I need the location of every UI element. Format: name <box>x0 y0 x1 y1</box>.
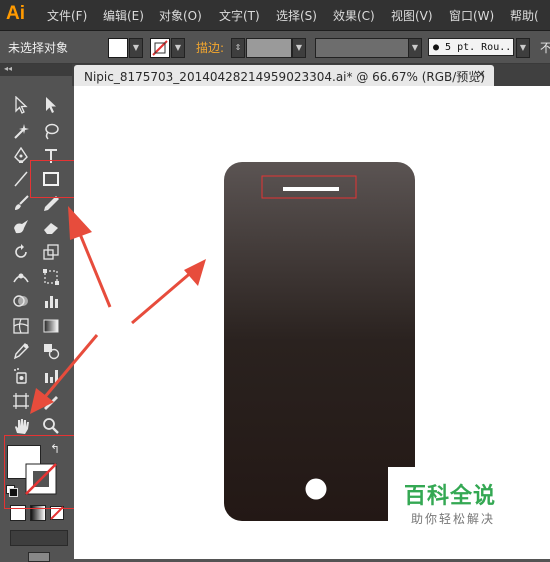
menu-window[interactable]: 窗口(W) <box>449 7 494 24</box>
direct-selection-tool-icon[interactable] <box>40 94 62 116</box>
variable-width-field[interactable] <box>315 38 409 58</box>
control-bar: 未选择对象 ▼ ▼ 描边: ⇕ ▼ ▼ ● 5 pt. Rou... ▼ 不 <box>0 31 550 64</box>
menu-help[interactable]: 帮助( <box>510 7 539 24</box>
shape-builder-tool-icon[interactable] <box>10 290 32 312</box>
symbol-sprayer-tool-icon[interactable] <box>10 365 32 387</box>
graph-tool-icon[interactable] <box>40 290 62 312</box>
menu-edit[interactable]: 编辑(E) <box>103 7 144 24</box>
menu-file[interactable]: 文件(F) <box>47 7 87 24</box>
close-icon[interactable]: × <box>476 67 486 81</box>
document-tab-bar: Nipic_8175703_20140428214959023304.ai* @… <box>72 64 550 86</box>
draw-mode-buttons[interactable] <box>10 530 68 546</box>
pen-tool-icon[interactable] <box>10 145 32 167</box>
menu-effect[interactable]: 效果(C) <box>333 7 375 24</box>
artboard-tool-icon[interactable] <box>10 390 32 412</box>
selection-status: 未选择对象 <box>8 41 69 55</box>
brush-field[interactable]: ● 5 pt. Rou... <box>428 38 514 56</box>
watermark-title: 百科全说 <box>404 484 497 509</box>
stroke-swatch[interactable] <box>150 38 170 58</box>
phone-speaker[interactable] <box>283 187 339 191</box>
stroke-label: 描边: <box>196 41 225 55</box>
menu-object[interactable]: 对象(O) <box>159 7 202 24</box>
menu-view[interactable]: 视图(V) <box>391 7 433 24</box>
selection-tool-icon[interactable] <box>10 94 32 116</box>
eraser-tool-icon[interactable] <box>40 216 62 238</box>
document-tab[interactable]: Nipic_8175703_20140428214959023304.ai* @… <box>74 65 494 86</box>
screen-mode-button[interactable] <box>28 552 50 562</box>
brush-dropdown[interactable]: ▼ <box>516 38 530 58</box>
app-logo: Ai <box>6 3 25 24</box>
lasso-tool-icon[interactable] <box>40 120 62 142</box>
menu-bar: Ai 文件(F) 编辑(E) 对象(O) 文字(T) 选择(S) 效果(C) 视… <box>0 0 550 31</box>
opacity-label: 不 <box>540 41 550 55</box>
line-tool-icon[interactable] <box>10 168 32 190</box>
watermark-subtitle: 助你轻松解决 <box>411 512 496 526</box>
phone-home-button[interactable] <box>305 478 327 500</box>
blend-tool-icon[interactable] <box>40 340 62 362</box>
menu-type[interactable]: 文字(T) <box>219 7 260 24</box>
zoom-tool-icon[interactable] <box>40 415 62 437</box>
fill-swatch[interactable] <box>108 38 128 58</box>
slice-tool-icon[interactable] <box>40 390 62 412</box>
paintbrush-tool-icon[interactable] <box>10 192 32 214</box>
menu-select[interactable]: 选择(S) <box>276 7 317 24</box>
phone-body[interactable] <box>224 162 415 521</box>
stroke-weight-dropdown[interactable]: ▼ <box>292 38 306 58</box>
stroke-dropdown[interactable]: ▼ <box>171 38 185 58</box>
stroke-weight-stepper[interactable]: ⇕ <box>231 38 245 58</box>
blob-brush-tool-icon[interactable] <box>10 216 32 238</box>
width-tool-icon[interactable] <box>10 266 32 288</box>
gradient-tool-icon[interactable] <box>40 315 62 337</box>
hand-tool-icon[interactable] <box>10 415 32 437</box>
variable-width-dropdown[interactable]: ▼ <box>408 38 422 58</box>
magic-wand-tool-icon[interactable] <box>10 120 32 142</box>
eyedropper-tool-icon[interactable] <box>10 340 32 362</box>
mesh-tool-icon[interactable] <box>10 315 32 337</box>
tools-panel: ◂◂ ↰ <box>0 64 95 562</box>
fill-dropdown[interactable]: ▼ <box>129 38 143 58</box>
document-title: Nipic_8175703_20140428214959023304.ai* @… <box>84 70 485 84</box>
stroke-weight-field[interactable] <box>246 38 292 58</box>
no-stroke-icon <box>152 40 168 56</box>
scale-tool-icon[interactable] <box>40 241 62 263</box>
free-transform-tool-icon[interactable] <box>40 266 62 288</box>
tools-panel-header[interactable]: ◂◂ <box>0 64 72 76</box>
column-graph-tool-icon[interactable] <box>40 365 62 387</box>
rotate-tool-icon[interactable] <box>10 241 32 263</box>
